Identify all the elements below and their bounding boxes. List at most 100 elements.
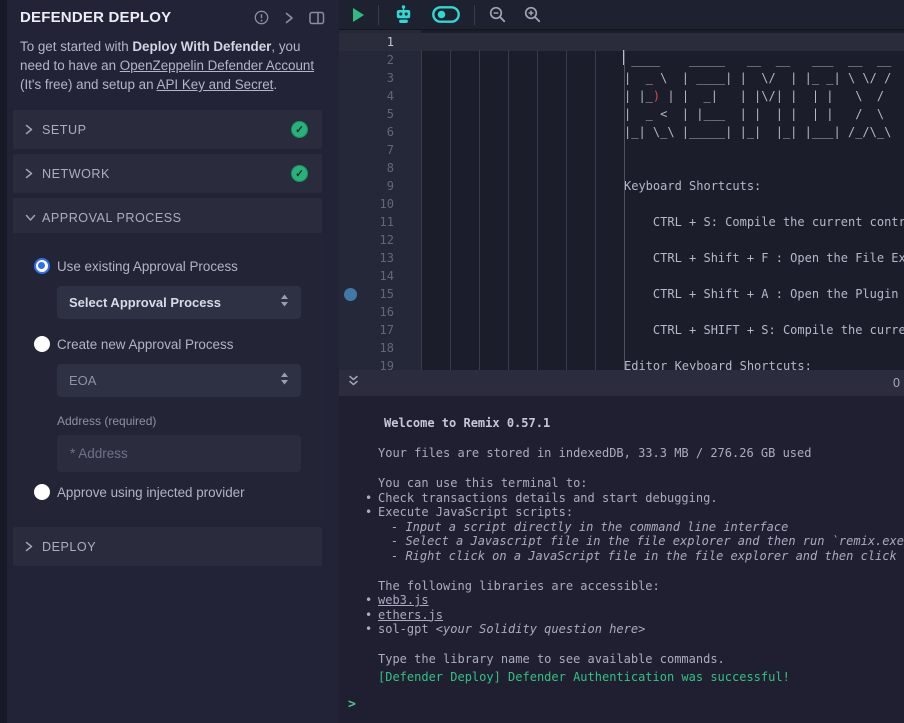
radio-label: Use existing Approval Process [57, 259, 238, 274]
radio-use-existing[interactable]: Use existing Approval Process [13, 258, 308, 274]
section-setup[interactable]: SETUP ✓ [13, 110, 322, 149]
section-deploy[interactable]: DEPLOY [13, 527, 322, 566]
terminal-line[interactable]: •ethers.js [378, 608, 904, 623]
terminal-header[interactable]: 0 [339, 370, 904, 396]
panel-header: DEFENDER DEPLOY [7, 0, 339, 26]
terminal-line [378, 461, 904, 477]
select-updown-icon [280, 372, 289, 390]
terminal-line [378, 431, 904, 447]
expand-terminal-icon[interactable] [347, 374, 360, 393]
zoom-out-button[interactable] [480, 0, 515, 30]
terminal-output[interactable]: Welcome to Remix 0.57.1Your files are st… [339, 396, 904, 723]
editor[interactable]: 12345678910111213141516171819 ____ _____… [339, 30, 904, 370]
section-network[interactable]: NETWORK ✓ [13, 154, 322, 193]
line-number[interactable]: 11 [339, 213, 421, 231]
terminal-line: Welcome to Remix 0.57.1 [378, 416, 904, 431]
editor-line: Keyboard Shortcuts: [421, 177, 904, 195]
radio-injected-provider[interactable]: Approve using injected provider [13, 484, 308, 500]
terminal-line [378, 637, 904, 653]
terminal-line: •Execute JavaScript scripts: [378, 505, 904, 520]
ai-copilot-toggle[interactable] [423, 0, 469, 30]
indent-guide [508, 50, 509, 370]
terminal-line[interactable]: •web3.js [378, 593, 904, 608]
radio-label: Create new Approval Process [57, 337, 233, 352]
defender-account-link[interactable]: OpenZeppelin Defender Account [120, 58, 314, 73]
line-number[interactable]: 16 [339, 303, 421, 321]
line-number[interactable]: 10 [339, 195, 421, 213]
main-area: 12345678910111213141516171819 ____ _____… [339, 0, 904, 723]
line-number[interactable]: 17 [339, 321, 421, 339]
ai-assistant-button[interactable] [384, 0, 423, 30]
terminal-line: Type the library name to see available c… [378, 652, 904, 667]
line-number[interactable]: 9 [339, 177, 421, 195]
editor-line: ____ _____ __ __ ___ __ __ [421, 51, 904, 69]
editor-line [421, 267, 904, 285]
bullet: • [365, 593, 372, 608]
bullet: • [365, 505, 372, 520]
line-number[interactable]: 6 [339, 123, 421, 141]
radio-button[interactable] [34, 336, 50, 352]
line-number[interactable]: 3 [339, 69, 421, 87]
check-circle-icon: ✓ [291, 121, 308, 138]
indent-guide [595, 50, 596, 370]
editor-line: | _ < | |___ | | | | | | / \ [421, 105, 904, 123]
editor-line [421, 33, 904, 51]
radio-button-checked[interactable] [34, 258, 50, 274]
line-number[interactable]: 2 [339, 51, 421, 69]
editor-line: CTRL + Shift + A : Open the Plugin Manag… [421, 285, 904, 303]
info-icon[interactable] [254, 10, 269, 25]
address-label: Address (required) [57, 414, 308, 428]
terminal-line: You can use this terminal to: [378, 476, 904, 491]
line-number[interactable]: 7 [339, 141, 421, 159]
bullet: • [365, 622, 372, 637]
section-approval-process[interactable]: APPROVAL PROCESS [13, 198, 322, 237]
api-key-link[interactable]: API Key and Secret [157, 77, 274, 92]
bullet: • [365, 608, 372, 623]
zoom-in-button[interactable] [515, 0, 550, 30]
line-number[interactable]: 8 [339, 159, 421, 177]
accordion: SETUP ✓ NETWORK ✓ APPROVAL PROCESS Use e… [13, 110, 322, 566]
address-input[interactable] [57, 435, 301, 472]
editor-line: | |_) | | _| | |\/| | | | \ / [421, 87, 904, 105]
radio-button[interactable] [34, 484, 50, 500]
collapse-panel-icon[interactable] [284, 11, 294, 25]
chevron-right-icon [25, 168, 42, 179]
editor-line [421, 339, 904, 357]
terminal-line: •sol-gpt <your Solidity question here> [378, 622, 904, 637]
line-number[interactable]: 1 [339, 33, 421, 51]
chevron-right-icon [25, 124, 42, 135]
line-number[interactable]: 5 [339, 105, 421, 123]
zoom-in-icon [524, 6, 541, 23]
run-script-button[interactable] [344, 0, 373, 30]
toolbar-divider [474, 5, 475, 25]
indent-guide [450, 50, 451, 370]
line-number[interactable]: 19 [339, 357, 421, 370]
editor-toolbar [339, 0, 904, 30]
line-number[interactable]: 14 [339, 267, 421, 285]
radio-label: Approve using injected provider [57, 485, 245, 500]
line-number[interactable]: 13 [339, 249, 421, 267]
editor-line: |_| \_\ |_____| |_| |_| |___| /_/\_\ [421, 123, 904, 141]
approval-type-select[interactable]: EOA [57, 364, 301, 397]
indent-guide [624, 50, 625, 370]
listen-count-badge: 0 [893, 376, 900, 390]
line-number[interactable]: 18 [339, 339, 421, 357]
toolbar-divider [378, 5, 379, 25]
line-number[interactable]: 15 [339, 285, 421, 303]
chevron-right-icon [25, 541, 42, 552]
editor-line [421, 231, 904, 249]
editor-line [421, 195, 904, 213]
line-number[interactable]: 4 [339, 87, 421, 105]
radio-create-new[interactable]: Create new Approval Process [13, 336, 308, 352]
editor-line: Editor Keyboard Shortcuts: [421, 357, 904, 370]
check-circle-icon: ✓ [291, 165, 308, 182]
approval-process-select[interactable]: Select Approval Process [57, 286, 301, 319]
layout-columns-icon[interactable] [309, 11, 325, 25]
bullet: • [365, 491, 372, 506]
editor-line [421, 141, 904, 159]
terminal-prompt[interactable]: > [348, 697, 356, 712]
select-updown-icon [280, 294, 289, 312]
line-number[interactable]: 12 [339, 231, 421, 249]
approval-process-form: Use existing Approval Process Select App… [13, 233, 322, 522]
code-lines: ____ _____ __ __ ___ __ __| _ \ | ____| … [421, 33, 904, 370]
